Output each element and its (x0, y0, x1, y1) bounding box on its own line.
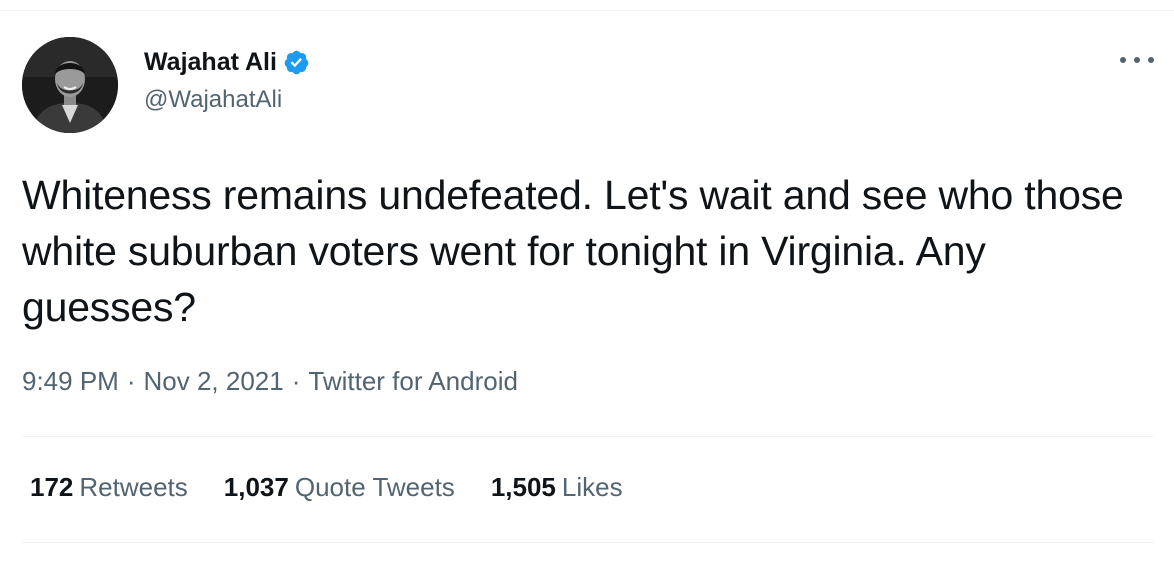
quote-tweets-count: 1,037 (223, 472, 289, 502)
tweet-text: Whiteness remains undefeated. Let's wait… (22, 172, 1124, 330)
author-name-row: Wajahat Ali (144, 44, 310, 80)
retweets-label: Retweets (79, 472, 188, 502)
more-dot (1134, 57, 1140, 63)
tweet-source[interactable]: Twitter for Android (308, 366, 518, 396)
likes-count: 1,505 (490, 472, 556, 502)
more-dot (1148, 57, 1154, 63)
retweets-stat[interactable]: 172 Retweets (30, 472, 188, 503)
tweet-date[interactable]: Nov 2, 2021 (144, 366, 284, 396)
quote-tweets-stat[interactable]: 1,037 Quote Tweets (224, 472, 455, 503)
more-options-icon[interactable] (1120, 50, 1154, 70)
likes-label: Likes (561, 472, 623, 502)
tweet-meta: 9:49 PM · Nov 2, 2021 · Twitter for Android (22, 366, 518, 397)
tweet-time[interactable]: 9:49 PM (22, 366, 119, 396)
quote-tweets-label: Quote Tweets (294, 472, 455, 502)
retweets-count: 172 (30, 472, 74, 502)
author-handle[interactable]: @WajahatAli (144, 86, 310, 114)
likes-stat[interactable]: 1,505 Likes (491, 472, 623, 503)
stats-bottom-divider (22, 542, 1154, 543)
author-block: Wajahat Ali @WajahatAli (144, 44, 310, 114)
engagement-stats: 172 Retweets 1,037 Quote Tweets 1,505 Likes (30, 472, 659, 503)
author-display-name[interactable]: Wajahat Ali (144, 48, 277, 77)
meta-separator: · (291, 366, 301, 396)
top-divider (0, 10, 1174, 11)
stats-top-divider (22, 436, 1154, 437)
avatar[interactable] (22, 37, 118, 133)
tweet-card: Wajahat Ali @WajahatAli Whiteness remain… (0, 0, 1174, 562)
more-dot (1120, 57, 1126, 63)
meta-separator: · (126, 366, 136, 396)
verified-badge-icon (283, 49, 310, 76)
